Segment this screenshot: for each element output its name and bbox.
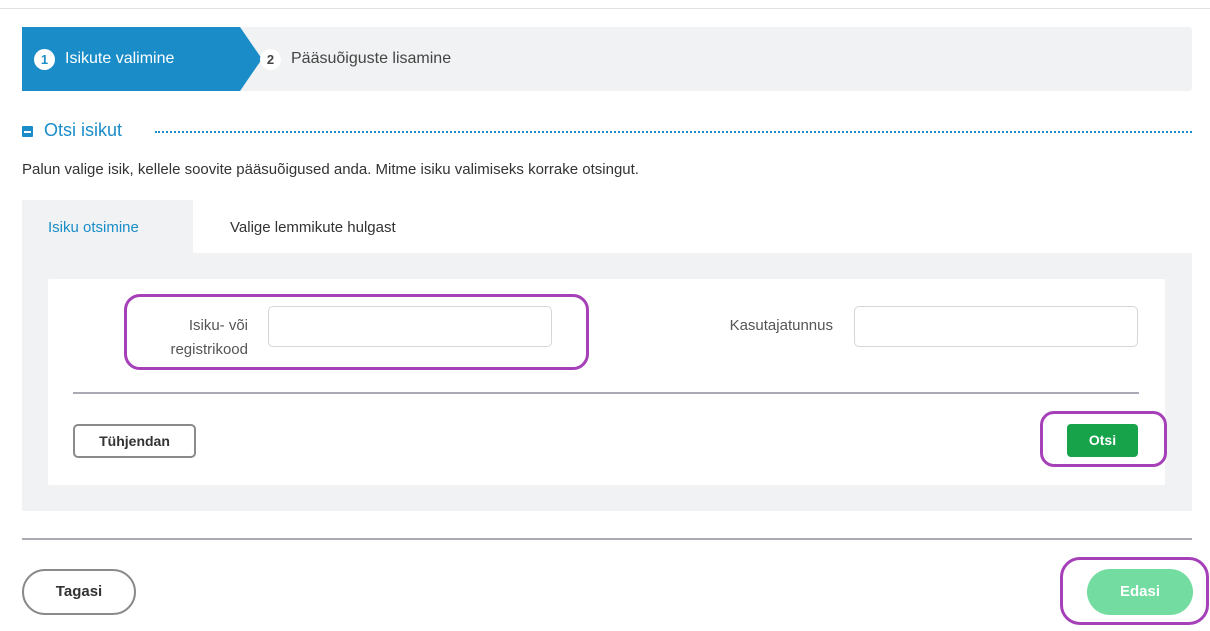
tab-person-search-label: Isiku otsimine (48, 219, 139, 236)
back-button[interactable]: Tagasi (22, 569, 136, 615)
step-2-number: 2 (260, 49, 281, 70)
username-label: Kasutajatunnus (729, 317, 833, 334)
form-divider (73, 392, 1139, 394)
section-header: Otsi isikut (22, 120, 1192, 142)
username-input[interactable] (854, 306, 1138, 347)
tab-person-search[interactable]: Isiku otsimine (22, 200, 193, 254)
step-1-number: 1 (34, 49, 55, 70)
top-divider (0, 8, 1210, 9)
footer-divider (22, 538, 1192, 540)
collapse-minus-icon[interactable] (22, 126, 33, 137)
id-code-label: Isiku- või registrikood (130, 314, 248, 362)
step-2-label: Pääsuõiguste lisamine (291, 50, 452, 67)
id-code-label-line1: Isiku- või (188, 317, 248, 334)
clear-button[interactable]: Tühjendan (73, 424, 196, 458)
tab-favorites[interactable]: Valige lemmikute hulgast (230, 219, 396, 236)
next-button[interactable]: Edasi (1087, 569, 1193, 615)
step-1-active: 1 Isikute valimine (22, 27, 240, 91)
wizard-stepper: 1 Isikute valimine 2 Pääsuõiguste lisami… (22, 27, 1192, 91)
id-code-input[interactable] (268, 306, 552, 347)
section-divider (155, 131, 1192, 133)
id-code-label-line2: registrikood (170, 341, 248, 358)
search-button[interactable]: Otsi (1067, 424, 1138, 457)
intro-text: Palun valige isik, kellele soovite pääsu… (22, 161, 639, 178)
step-arrow-icon (240, 27, 262, 91)
step-1-label: Isikute valimine (65, 50, 175, 67)
section-title[interactable]: Otsi isikut (44, 120, 122, 141)
